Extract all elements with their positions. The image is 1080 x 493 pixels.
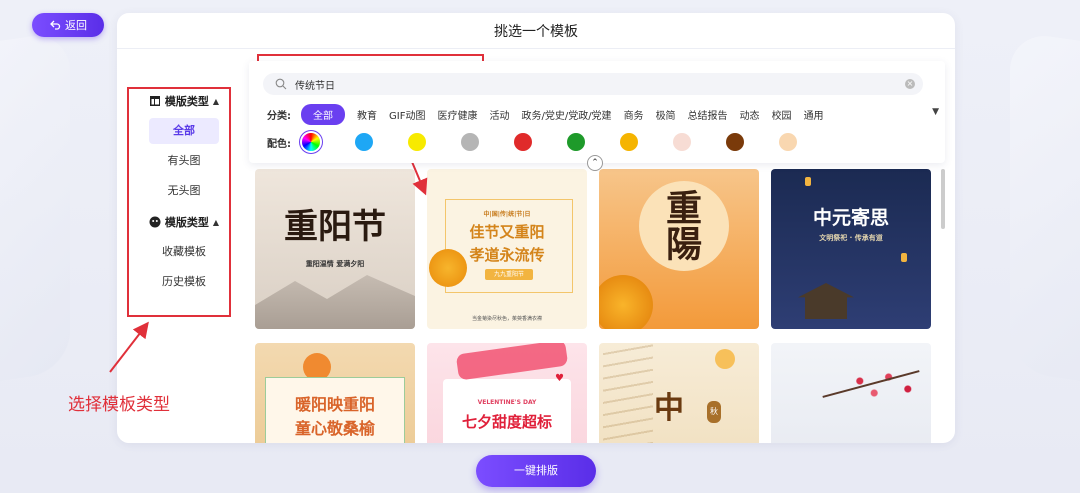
color-swatch[interactable] [355,133,373,151]
template-card[interactable]: 重陽 [599,169,759,329]
category-activity[interactable]: 活动 [489,107,509,122]
ribbon-decoration [455,343,569,381]
back-button[interactable]: 返回 [32,13,104,37]
main-content: 传统节日 × 分类: 全部 教育 GIF动图 医疗健康 活动 政务/党史/党政/… [249,61,945,443]
panel-title: 挑选一个模板 [117,13,955,49]
color-label: 配色: [267,138,291,150]
annotation-text: 选择模板类型 [68,395,170,415]
lantern-icon [901,253,907,262]
template-title: 重阳节 [284,207,386,247]
expand-categories-icon[interactable]: ▼ [932,107,939,117]
mountain-illustration [255,275,415,329]
search-icon [275,78,287,90]
template-picker-panel: 挑选一个模板 模版类型 ▲ 全部 有头图 无头图 模版类型 ▲ 收藏模板 历史模… [117,13,955,443]
color-swatch[interactable] [514,133,532,151]
category-medical[interactable]: 医疗健康 [437,107,477,122]
clear-icon[interactable]: × [905,79,915,89]
lantern-icon [715,349,735,369]
template-tag: 九九重阳节 [485,269,533,280]
category-minimal[interactable]: 极简 [656,107,676,122]
template-title: 中元寄思 [812,207,889,229]
template-card[interactable]: 重阳节 重阳温情 爱满夕阳 [255,169,415,329]
auto-layout-button[interactable]: 一键排版 [476,455,596,487]
category-campus[interactable]: 校园 [772,107,792,122]
category-report[interactable]: 总结报告 [688,107,728,122]
template-card[interactable]: 中元寄思 文明祭祀 · 传承有道 [771,169,931,329]
category-label: 分类: [267,111,291,122]
back-arrow-icon [50,20,61,30]
color-swatch[interactable] [408,133,426,151]
scrollbar[interactable] [941,169,945,229]
template-subtitle: 文明祭祀 · 传承有道 [819,234,883,242]
chrysanthemum-illustration [599,275,653,329]
color-swatch[interactable] [620,133,638,151]
category-general[interactable]: 通用 [804,107,824,122]
template-title: 中 [654,391,684,426]
template-subtitle: 童心敬桑榆 [294,419,375,438]
category-gif[interactable]: GIF动图 [389,107,425,122]
color-row: 配色: [267,133,832,151]
category-dynamic[interactable]: 动态 [740,107,760,122]
annotation-box-sidebar [127,87,231,317]
color-swatch-all[interactable] [302,133,320,151]
template-tag: 秋 [707,401,721,423]
search-input[interactable]: 传统节日 × [263,73,923,95]
template-title: 暖阳映重阳 [294,395,375,414]
category-business[interactable]: 商务 [624,107,644,122]
back-label: 返回 [65,19,87,32]
template-title: 重陽 [660,189,702,261]
color-swatch[interactable] [779,133,797,151]
template-card[interactable]: 中 秋 [599,343,759,443]
category-education[interactable]: 教育 [357,107,377,122]
category-row: 分类: 全部 教育 GIF动图 医疗健康 活动 政务/党史/党政/党建 商务 极… [267,104,836,125]
template-top-text: 中|国|传|统|节|日 [483,211,531,218]
background-decoration-left [0,30,70,390]
collapse-filters-icon[interactable]: ⌃ [587,155,603,171]
color-swatch[interactable] [673,133,691,151]
category-government[interactable]: 政务/党史/党政/党建 [521,107,611,122]
lantern-icon [805,177,811,186]
color-swatch[interactable] [726,133,744,151]
template-card[interactable]: VELENTINE'S DAY 七夕甜度超标 ♥ [427,343,587,443]
template-card[interactable]: 中|国|传|统|节|日 佳节又重阳 孝道永流传 九九重阳节 当金菊染尽秋色，茱萸… [427,169,587,329]
chrysanthemum-illustration [429,249,467,287]
heart-icon: ♥ [555,373,564,384]
template-top-text: VELENTINE'S DAY [477,399,537,406]
color-swatch[interactable] [567,133,585,151]
template-title: 七夕甜度超标 [461,413,552,431]
category-all[interactable]: 全部 [301,104,345,125]
temple-illustration [798,283,854,319]
search-value: 传统节日 [295,80,335,92]
color-swatch[interactable] [461,133,479,151]
template-title: 佳节又重阳 [469,223,545,241]
background-decoration-right [1010,30,1080,390]
template-card[interactable]: 暖阳映重阳 童心敬桑榆 [255,343,415,443]
template-subtitle: 重阳温情 爱满夕阳 [305,260,365,268]
template-card[interactable] [771,343,931,443]
filter-panel: 传统节日 × 分类: 全部 教育 GIF动图 医疗健康 活动 政务/党史/党政/… [249,61,945,163]
template-footer: 当金菊染尽秋色，茱萸香满衣襟 [471,316,542,322]
